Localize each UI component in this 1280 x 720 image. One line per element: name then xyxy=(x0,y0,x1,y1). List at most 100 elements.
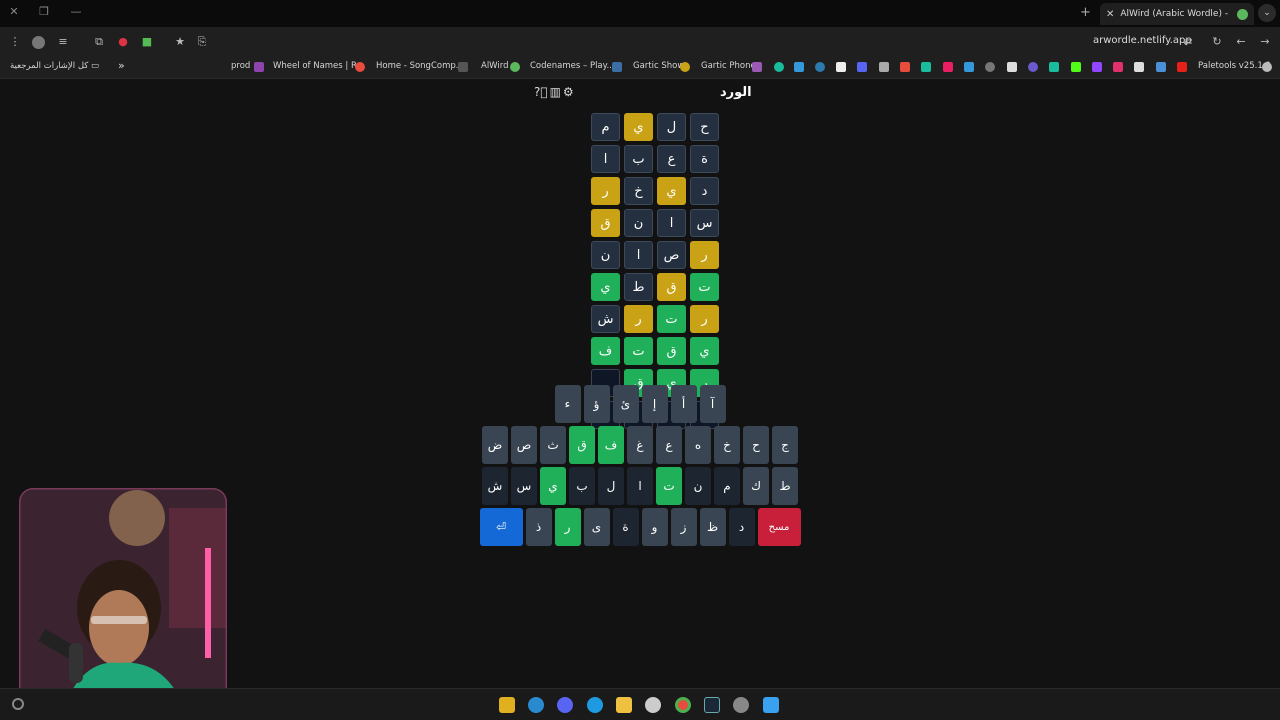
more-bookmarks-icon[interactable]: » xyxy=(118,59,125,72)
openai-icon[interactable] xyxy=(645,697,661,713)
edge-icon[interactable] xyxy=(587,697,603,713)
bookmark-wheel-of-names[interactable]: Wheel of Names | R... xyxy=(273,61,365,71)
stats-icon[interactable]: ▥ xyxy=(550,85,561,99)
back-icon[interactable]: ← xyxy=(1234,35,1248,48)
steam-icon[interactable] xyxy=(704,697,720,713)
letter-key[interactable]: ب xyxy=(569,467,595,505)
letter-key[interactable]: ء xyxy=(554,385,581,423)
all-bookmarks[interactable]: كل الإشارات المرجعية ▭ xyxy=(10,61,99,71)
extension-bookmark-icon[interactable] xyxy=(857,62,867,72)
address-bar[interactable]: arwordle.netlify.app xyxy=(1093,35,1192,46)
letter-key[interactable]: ج xyxy=(772,426,798,464)
chat-extension-icon[interactable]: ■ xyxy=(140,35,154,48)
profile-icon[interactable] xyxy=(32,36,45,49)
letter-key[interactable]: ش xyxy=(482,467,508,505)
letter-key[interactable]: ئ xyxy=(612,385,639,423)
letter-key[interactable]: م xyxy=(714,467,740,505)
youtube-icon[interactable] xyxy=(1177,62,1187,72)
letter-key[interactable]: ط xyxy=(772,467,798,505)
translate-icon[interactable] xyxy=(1156,62,1166,72)
taskbar-settings-icon[interactable] xyxy=(12,698,24,710)
letter-key[interactable]: آ xyxy=(699,385,726,423)
menu-icon[interactable]: ⋮ xyxy=(8,35,22,48)
bookmark-paletools[interactable]: Paletools v25.1.9 xyxy=(1198,61,1271,71)
letter-key[interactable]: ؤ xyxy=(583,385,610,423)
bookmark-songcomp[interactable]: Home - SongComp... xyxy=(376,61,464,71)
letter-key[interactable]: إ xyxy=(641,385,668,423)
windows-icon[interactable] xyxy=(763,697,779,713)
instagram-icon[interactable] xyxy=(1113,62,1123,72)
extension-bookmark-icon[interactable] xyxy=(964,62,974,72)
bookmark-prod[interactable]: prod xyxy=(231,61,250,71)
kick-icon[interactable] xyxy=(1071,62,1081,72)
bookmark-alwird[interactable]: AlWird xyxy=(481,61,509,71)
minimize-window-icon[interactable]: — xyxy=(68,5,84,18)
forward-icon[interactable]: → xyxy=(1258,35,1272,48)
letter-key[interactable]: ض xyxy=(482,426,508,464)
letter-key[interactable]: ك xyxy=(743,467,769,505)
bookmark-codenames[interactable]: Codenames – Play... xyxy=(530,61,615,71)
letter-key[interactable]: ص xyxy=(511,426,537,464)
extension-bookmark-icon[interactable] xyxy=(1028,62,1038,72)
extension-bookmark-icon[interactable] xyxy=(943,62,953,72)
extension-bookmark-icon[interactable] xyxy=(921,62,931,72)
close-tab-icon[interactable]: ✕ xyxy=(1106,9,1114,20)
enter-key[interactable]: ⏎ xyxy=(479,508,523,546)
letter-key[interactable]: ف xyxy=(598,426,624,464)
letter-key[interactable]: ن xyxy=(685,467,711,505)
letter-key[interactable]: غ xyxy=(627,426,653,464)
extension-bookmark-icon[interactable] xyxy=(794,62,804,72)
letter-key[interactable]: خ xyxy=(714,426,740,464)
tab-search-icon[interactable]: ⌄ xyxy=(1258,4,1276,22)
settings-gear-icon[interactable] xyxy=(733,697,749,713)
letter-key[interactable]: ع xyxy=(656,426,682,464)
rockstar-icon[interactable] xyxy=(499,697,515,713)
restore-window-icon[interactable]: ❐ xyxy=(36,5,52,18)
app-icon[interactable] xyxy=(528,697,544,713)
file-explorer-icon[interactable] xyxy=(616,697,632,713)
letter-key[interactable]: ظ xyxy=(699,508,726,546)
letter-key[interactable]: ح xyxy=(743,426,769,464)
letter-key[interactable]: ذ xyxy=(525,508,552,546)
letter-key[interactable]: ر xyxy=(554,508,581,546)
extension-bookmark-icon[interactable] xyxy=(900,62,910,72)
bookmark-star-icon[interactable]: ★ xyxy=(173,35,187,48)
chrome-icon[interactable] xyxy=(675,697,691,713)
letter-key[interactable]: ة xyxy=(612,508,639,546)
letter-key[interactable]: د xyxy=(728,508,755,546)
extension-bookmark-icon[interactable] xyxy=(774,62,784,72)
letter-key[interactable]: ث xyxy=(540,426,566,464)
letter-key[interactable]: ى xyxy=(583,508,610,546)
letter-key[interactable]: ز xyxy=(670,508,697,546)
letter-key[interactable]: ل xyxy=(598,467,624,505)
letter-key[interactable]: ت xyxy=(656,467,682,505)
letter-key[interactable]: س xyxy=(511,467,537,505)
twitch-icon[interactable] xyxy=(1092,62,1102,72)
discord-icon[interactable] xyxy=(557,697,573,713)
extension-bookmark-icon[interactable] xyxy=(1049,62,1059,72)
shield-extension-icon[interactable]: ● xyxy=(116,35,130,48)
letter-key[interactable]: ا xyxy=(627,467,653,505)
extensions-icon[interactable]: ⧉ xyxy=(92,35,106,49)
extension-bookmark-icon[interactable] xyxy=(1007,62,1017,72)
new-tab-icon[interactable]: + xyxy=(1080,5,1091,20)
letter-key[interactable]: ه xyxy=(685,426,711,464)
extension-bookmark-icon[interactable] xyxy=(879,62,889,72)
active-tab[interactable]: ✕ AlWird (Arabic Wordle) - الورد xyxy=(1100,3,1254,25)
extensions-menu-icon[interactable]: ≡ xyxy=(56,35,70,48)
letter-key[interactable]: ق xyxy=(569,426,595,464)
letter-key[interactable]: أ xyxy=(670,385,697,423)
install-app-icon[interactable]: ⎘ xyxy=(195,35,209,49)
extension-bookmark-icon[interactable] xyxy=(985,62,995,72)
site-settings-icon[interactable]: ⇄ xyxy=(1181,35,1195,48)
bookmark-gartic-show[interactable]: Gartic Show xyxy=(633,61,684,71)
bookmark-gartic-phone[interactable]: Gartic Phone xyxy=(701,61,756,71)
extension-bookmark-icon[interactable] xyxy=(815,62,825,72)
reload-icon[interactable]: ↻ xyxy=(1210,35,1224,48)
extension-bookmark-icon[interactable] xyxy=(836,62,846,72)
settings-icon[interactable]: ⚙ xyxy=(563,85,574,99)
delete-key[interactable]: مسح xyxy=(757,508,801,546)
close-window-icon[interactable]: ✕ xyxy=(6,5,22,18)
x-icon[interactable] xyxy=(1134,62,1144,72)
letter-key[interactable]: ي xyxy=(540,467,566,505)
